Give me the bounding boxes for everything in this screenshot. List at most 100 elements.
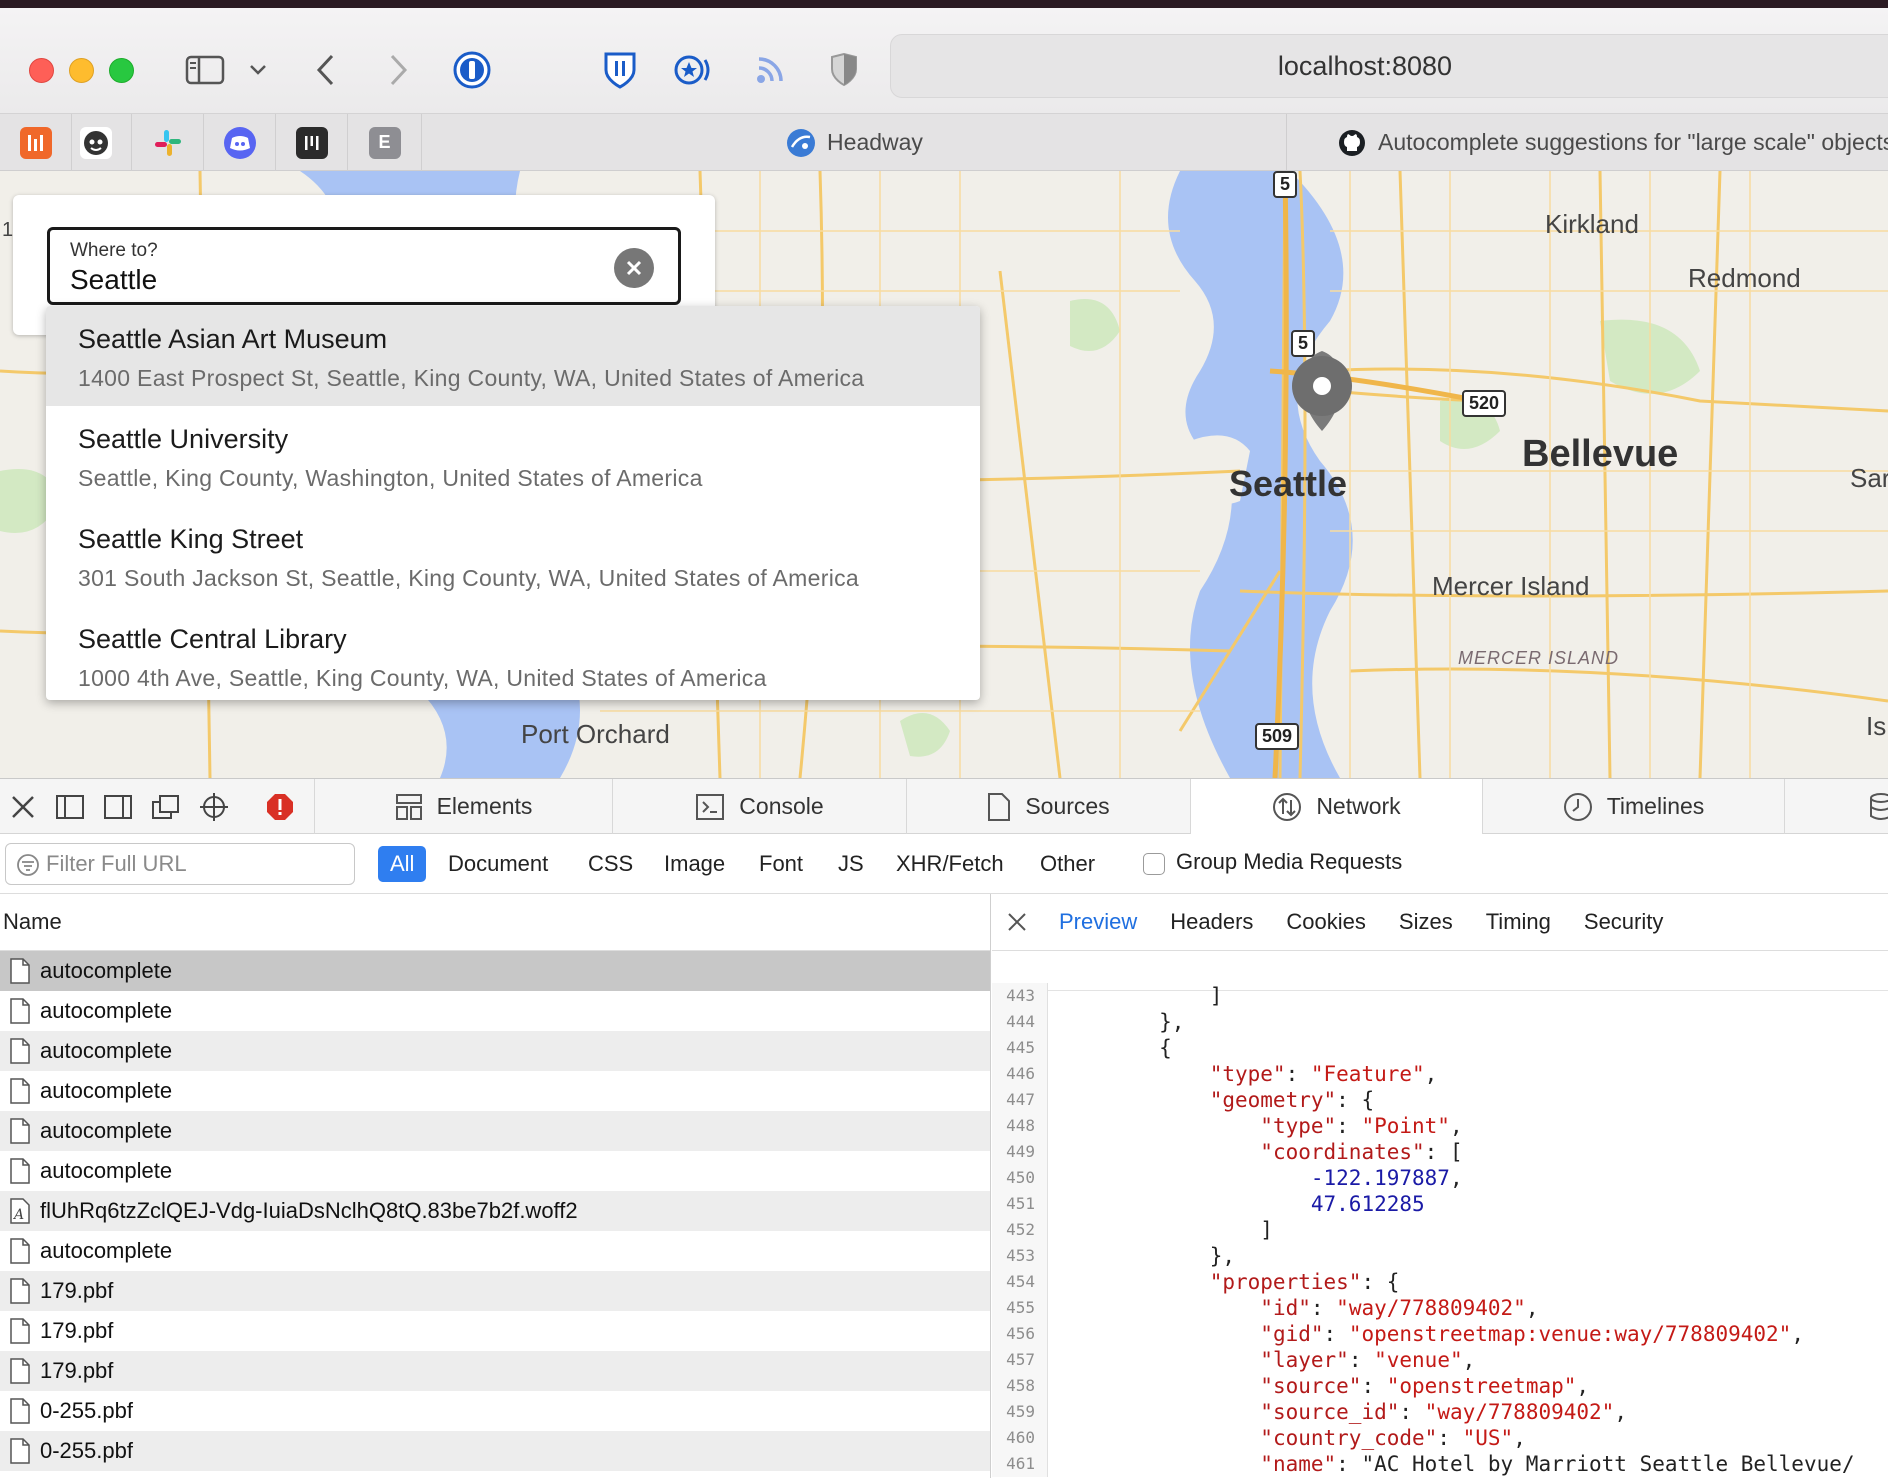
tab-preview[interactable]: Preview <box>1059 909 1137 935</box>
back-icon[interactable] <box>304 48 348 92</box>
map-label-mercer-island: Mercer Island <box>1432 571 1590 601</box>
file-icon <box>0 997 40 1025</box>
table-row[interactable]: autocomplete <box>0 1231 990 1271</box>
line-text: { <box>1058 1036 1172 1060</box>
filter-url-input[interactable]: Filter Full URL <box>5 843 355 885</box>
pinned-tab-6[interactable]: E <box>348 114 422 171</box>
suggestion-item[interactable]: Seattle University Seattle, King County,… <box>46 406 980 506</box>
privacy-shield-icon[interactable] <box>822 48 866 92</box>
minimize-window-button[interactable] <box>69 58 94 83</box>
file-icon <box>0 1357 40 1385</box>
search-input[interactable]: Where to? Seattle <box>47 227 681 305</box>
tab-sources[interactable]: Sources <box>906 779 1190 834</box>
json-code-view[interactable]: 443 ] 444 }, 445 {446 "type": "Feature", 44… <box>992 983 1888 1477</box>
group-media-checkbox[interactable] <box>1143 853 1165 875</box>
forward-icon[interactable] <box>376 48 420 92</box>
table-row[interactable]: 0-255.pbf <box>0 1391 990 1431</box>
clock-icon <box>1563 792 1592 821</box>
tab-elements[interactable]: Elements <box>314 779 612 834</box>
close-devtools-icon[interactable] <box>6 791 40 823</box>
error-badge-icon[interactable] <box>263 791 297 823</box>
tab-security[interactable]: Security <box>1584 909 1663 935</box>
line-number: 452 <box>992 1217 1048 1243</box>
close-preview-icon[interactable] <box>992 912 1042 932</box>
suggestion-name: Seattle Asian Art Museum <box>78 324 388 354</box>
table-row[interactable]: autocomplete <box>0 991 990 1031</box>
pinned-tab-slack[interactable] <box>132 114 204 171</box>
request-name: autocomplete <box>40 1038 173 1063</box>
tab-console[interactable]: Console <box>612 779 906 834</box>
zoom-window-button[interactable] <box>109 58 134 83</box>
table-row[interactable]: 0-255.pbf <box>0 1431 990 1471</box>
bitwarden-shield-icon[interactable] <box>598 48 642 92</box>
request-name: 179.pbf <box>40 1358 114 1383</box>
chevron-down-icon[interactable] <box>236 48 280 92</box>
pinned-tab-2[interactable] <box>60 114 132 171</box>
table-row[interactable]: autocomplete <box>0 1151 990 1191</box>
pinned-tab-discord[interactable] <box>204 114 276 171</box>
app-bars-icon <box>19 126 52 159</box>
tab-timelines[interactable]: Timelines <box>1482 779 1784 834</box>
tab-sizes[interactable]: Sizes <box>1399 909 1453 935</box>
sidebar-toggle-icon[interactable] <box>183 48 227 92</box>
github-icon <box>1339 129 1365 156</box>
line-number: 458 <box>992 1373 1048 1399</box>
suggestion-item[interactable]: Seattle Asian Art Museum 1400 East Prosp… <box>46 306 980 406</box>
devtools-tab-bar: Elements Console Sources Network Timelin… <box>0 778 1888 834</box>
table-row[interactable]: 179.pbf <box>0 1351 990 1391</box>
table-row[interactable]: 179.pbf <box>0 1271 990 1311</box>
browser-toolbar: localhost:8080 <box>0 8 1888 114</box>
undock-icon[interactable] <box>149 791 183 823</box>
tab-headers[interactable]: Headers <box>1170 909 1253 935</box>
dock-left-icon[interactable] <box>53 791 87 823</box>
line-text: "source": "openstreetmap", <box>1260 1374 1590 1398</box>
filter-document[interactable]: Document <box>436 846 560 882</box>
tab-timing[interactable]: Timing <box>1486 909 1551 935</box>
line-number: 449 <box>992 1139 1048 1165</box>
line-number: 453 <box>992 1243 1048 1269</box>
tab-storage[interactable] <box>1784 779 1888 834</box>
close-window-button[interactable] <box>29 58 54 83</box>
table-row[interactable]: autocomplete <box>0 1111 990 1151</box>
password-manager-icon[interactable] <box>450 48 494 92</box>
table-row[interactable]: autocomplete <box>0 1071 990 1111</box>
suggestion-item[interactable]: Seattle Central Library 1000 4th Ave, Se… <box>46 606 980 700</box>
rss-icon[interactable] <box>748 48 792 92</box>
tab-github-issue[interactable]: Autocomplete suggestions for "large scal… <box>1288 114 1888 171</box>
suggestion-item[interactable]: Seattle King Street 301 South Jackson St… <box>46 506 980 606</box>
line-number: 446 <box>992 1061 1048 1087</box>
filter-icon <box>17 854 39 876</box>
suggestion-name: Seattle Central Library <box>78 624 347 654</box>
line-text: ] <box>1058 1218 1273 1242</box>
suggestion-name: Seattle University <box>78 424 289 454</box>
table-row[interactable]: autocomplete <box>0 1031 990 1071</box>
clear-search-icon[interactable] <box>614 248 654 288</box>
tab-network[interactable]: Network <box>1190 779 1482 834</box>
tab-headway[interactable]: Headway <box>422 114 1287 171</box>
star-wave-extension-icon[interactable] <box>672 48 716 92</box>
tab-bar: E Headway Autocomplete suggestions for "… <box>0 114 1888 171</box>
tab-cookies[interactable]: Cookies <box>1286 909 1365 935</box>
filter-image[interactable]: Image <box>652 846 737 882</box>
filter-css[interactable]: CSS <box>576 846 645 882</box>
column-header-name[interactable]: Name <box>0 894 990 951</box>
code-line: 451 47.612285 <box>992 1191 1888 1217</box>
dock-right-icon[interactable] <box>101 791 135 823</box>
tab-title: Headway <box>827 129 923 155</box>
filter-all[interactable]: All <box>378 846 427 882</box>
code-line: 455 "id": "way/778809402", <box>992 1295 1888 1321</box>
filter-xhr-fetch[interactable]: XHR/Fetch <box>884 846 1016 882</box>
inspect-element-icon[interactable] <box>197 791 231 823</box>
line-number: 444 <box>992 1009 1048 1035</box>
filter-font[interactable]: Font <box>747 846 815 882</box>
table-row[interactable]: autocomplete <box>0 951 990 991</box>
filter-other[interactable]: Other <box>1028 846 1107 882</box>
line-number: 456 <box>992 1321 1048 1347</box>
table-row[interactable]: AflUhRq6tzZclQEJ-Vdg-IuiaDsNclhQ8tQ.83be… <box>0 1191 990 1231</box>
table-row[interactable]: 179.pbf <box>0 1311 990 1351</box>
filter-js[interactable]: JS <box>826 846 876 882</box>
line-number: 457 <box>992 1347 1048 1373</box>
address-bar[interactable]: localhost:8080 <box>890 34 1888 98</box>
pinned-tab-5[interactable] <box>276 114 348 171</box>
highway-shield: 5 <box>1291 330 1316 357</box>
